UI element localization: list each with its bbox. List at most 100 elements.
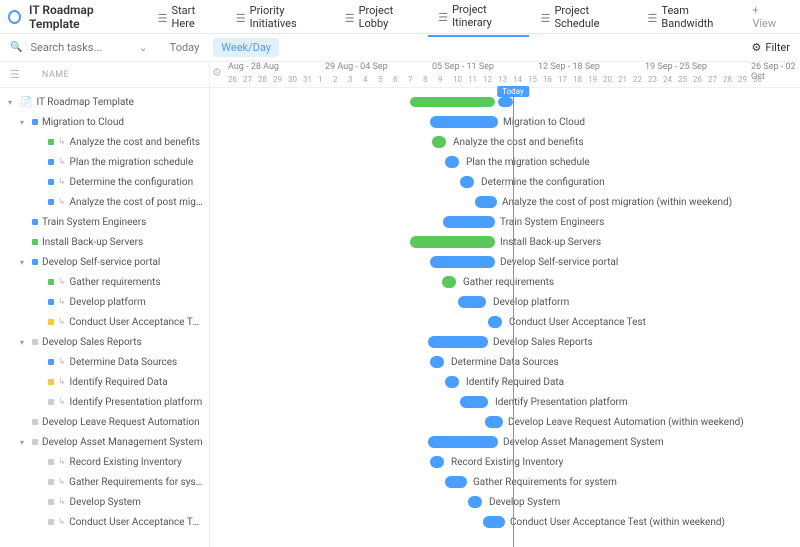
task-row[interactable]: ↳Gather Requirements for syst... [0,472,209,492]
tab-start-here[interactable]: ☰Start Here [148,0,224,37]
weekday-toggle[interactable]: Week/Day [213,38,279,57]
day-label: 16 [543,75,552,84]
expand-icon[interactable]: ▾ [20,338,28,347]
gantt-bar[interactable] [498,97,513,107]
tab-project-schedule[interactable]: ☰Project Schedule [531,0,636,37]
gantt-row[interactable]: Gather Requirements for system [210,472,800,492]
day-label: 9 [438,75,443,84]
gantt-bar[interactable] [460,176,474,188]
gantt-row[interactable]: Develop Asset Management System [210,432,800,452]
gantt-row[interactable]: Analyze the cost and benefits [210,132,800,152]
gantt-bar[interactable] [488,316,502,328]
gantt-row[interactable]: Plan the migration schedule [210,152,800,172]
task-row[interactable]: ▾📄IT Roadmap Template [0,92,209,112]
task-row[interactable]: ↳Analyze the cost of post mig... [0,192,209,212]
gantt-bar[interactable] [430,456,444,468]
gantt-bar[interactable] [443,216,495,228]
expand-icon[interactable]: ▾ [20,118,28,127]
gantt-row[interactable]: Identify Presentation platform [210,392,800,412]
day-label: 27 [243,75,252,84]
gantt-label: Develop System [489,497,560,508]
today-badge: Today [497,86,529,97]
gantt-row[interactable]: Conduct User Acceptance Test (within wee… [210,512,800,532]
gantt-bar[interactable] [483,516,505,528]
gantt-bar[interactable] [445,376,459,388]
gantt-row[interactable]: Determine Data Sources [210,352,800,372]
gantt-bar[interactable] [445,156,459,168]
timeline-header: ⚙ Aug - 28 Aug29 Aug - 04 Sep05 Sep - 11… [210,62,800,88]
gantt-row[interactable]: Train System Engineers [210,212,800,232]
task-row[interactable]: ↳Conduct User Acceptance Test [0,512,209,532]
task-row[interactable]: ▾Migration to Cloud [0,112,209,132]
day-label: 21 [618,75,627,84]
task-row[interactable]: ↳Develop System [0,492,209,512]
task-row[interactable]: ↳Identify Presentation platform [0,392,209,412]
task-row[interactable]: ▾Develop Asset Management System [0,432,209,452]
gantt-bar[interactable] [432,136,446,148]
gantt-bar[interactable] [475,196,497,208]
gantt-row[interactable]: Develop System [210,492,800,512]
gantt-chart[interactable]: Today Migration to CloudAnalyze the cost… [210,88,800,532]
gantt-row[interactable]: Develop Self-service portal [210,252,800,272]
doc-icon: 📄 [20,97,32,108]
gantt-row[interactable]: Conduct User Acceptance Test [210,312,800,332]
gantt-bar[interactable] [428,336,488,348]
task-row[interactable]: ↳Determine the configuration [0,172,209,192]
filter-button[interactable]: ⚙Filter [752,41,790,54]
status-bullet [48,199,54,205]
gantt-bar[interactable] [428,436,498,448]
expand-icon[interactable]: ▾ [8,98,16,107]
gantt-row[interactable]: Gather requirements [210,272,800,292]
task-row[interactable]: Train System Engineers [0,212,209,232]
task-row[interactable]: ↳Determine Data Sources [0,352,209,372]
task-row[interactable]: ▾Develop Sales Reports [0,332,209,352]
gantt-bar[interactable] [458,296,486,308]
gantt-row[interactable]: Develop Sales Reports [210,332,800,352]
gantt-bar[interactable] [468,496,482,508]
expand-icon[interactable]: ▾ [20,258,28,267]
tab-priority-initiatives[interactable]: ☰Priority Initiatives [226,0,333,37]
tab-project-lobby[interactable]: ☰Project Lobby [335,0,427,37]
gantt-row[interactable]: Install Back-up Servers [210,232,800,252]
gantt-row[interactable]: Identify Required Data [210,372,800,392]
task-row[interactable]: Develop Leave Request Automation [0,412,209,432]
gantt-row[interactable]: Determine the configuration [210,172,800,192]
gantt-row[interactable]: Record Existing Inventory [210,452,800,472]
gantt-bar[interactable] [410,97,495,107]
tab-team-bandwidth[interactable]: ☰Team Bandwidth [638,0,743,37]
day-label: 1 [318,75,323,84]
view-tabs: ☰Start Here☰Priority Initiatives☰Project… [148,0,743,37]
task-row[interactable]: ↳Gather requirements [0,272,209,292]
task-row[interactable]: ↳Plan the migration schedule [0,152,209,172]
day-label: 22 [633,75,642,84]
task-row[interactable]: ↳Record Existing Inventory [0,452,209,472]
expand-collapse-icon[interactable]: ☰ [10,68,20,81]
day-label: 24 [663,75,672,84]
gantt-label: Determine Data Sources [451,357,559,368]
chevron-down-icon[interactable]: ⌄ [138,41,147,54]
gantt-bar[interactable] [410,236,495,248]
gantt-bar[interactable] [445,476,467,488]
gantt-bar[interactable] [442,276,456,288]
gantt-row[interactable]: Migration to Cloud [210,112,800,132]
task-row[interactable]: ↳Conduct User Acceptance Test [0,312,209,332]
add-view-button[interactable]: + View [742,0,792,36]
gantt-row[interactable]: Develop Leave Request Automation (within… [210,412,800,432]
gantt-row[interactable]: Analyze the cost of post migration (with… [210,192,800,212]
tab-project-itinerary[interactable]: ☰Project Itinerary [428,0,528,37]
expand-icon[interactable]: ▾ [20,438,28,447]
gantt-bar[interactable] [430,256,495,268]
gantt-bar[interactable] [485,416,503,428]
gantt-row[interactable]: Develop platform [210,292,800,312]
task-row[interactable]: ↳Analyze the cost and benefits [0,132,209,152]
task-row[interactable]: ↳Develop platform [0,292,209,312]
task-row[interactable]: ↳Identify Required Data [0,372,209,392]
task-row[interactable]: ▾Develop Self-service portal [0,252,209,272]
task-row[interactable]: Install Back-up Servers [0,232,209,252]
gantt-bar[interactable] [430,356,444,368]
search-input[interactable] [30,41,130,54]
status-bullet [32,219,38,225]
gantt-bar[interactable] [430,116,498,128]
gantt-bar[interactable] [460,396,488,408]
today-button[interactable]: Today [164,39,206,56]
